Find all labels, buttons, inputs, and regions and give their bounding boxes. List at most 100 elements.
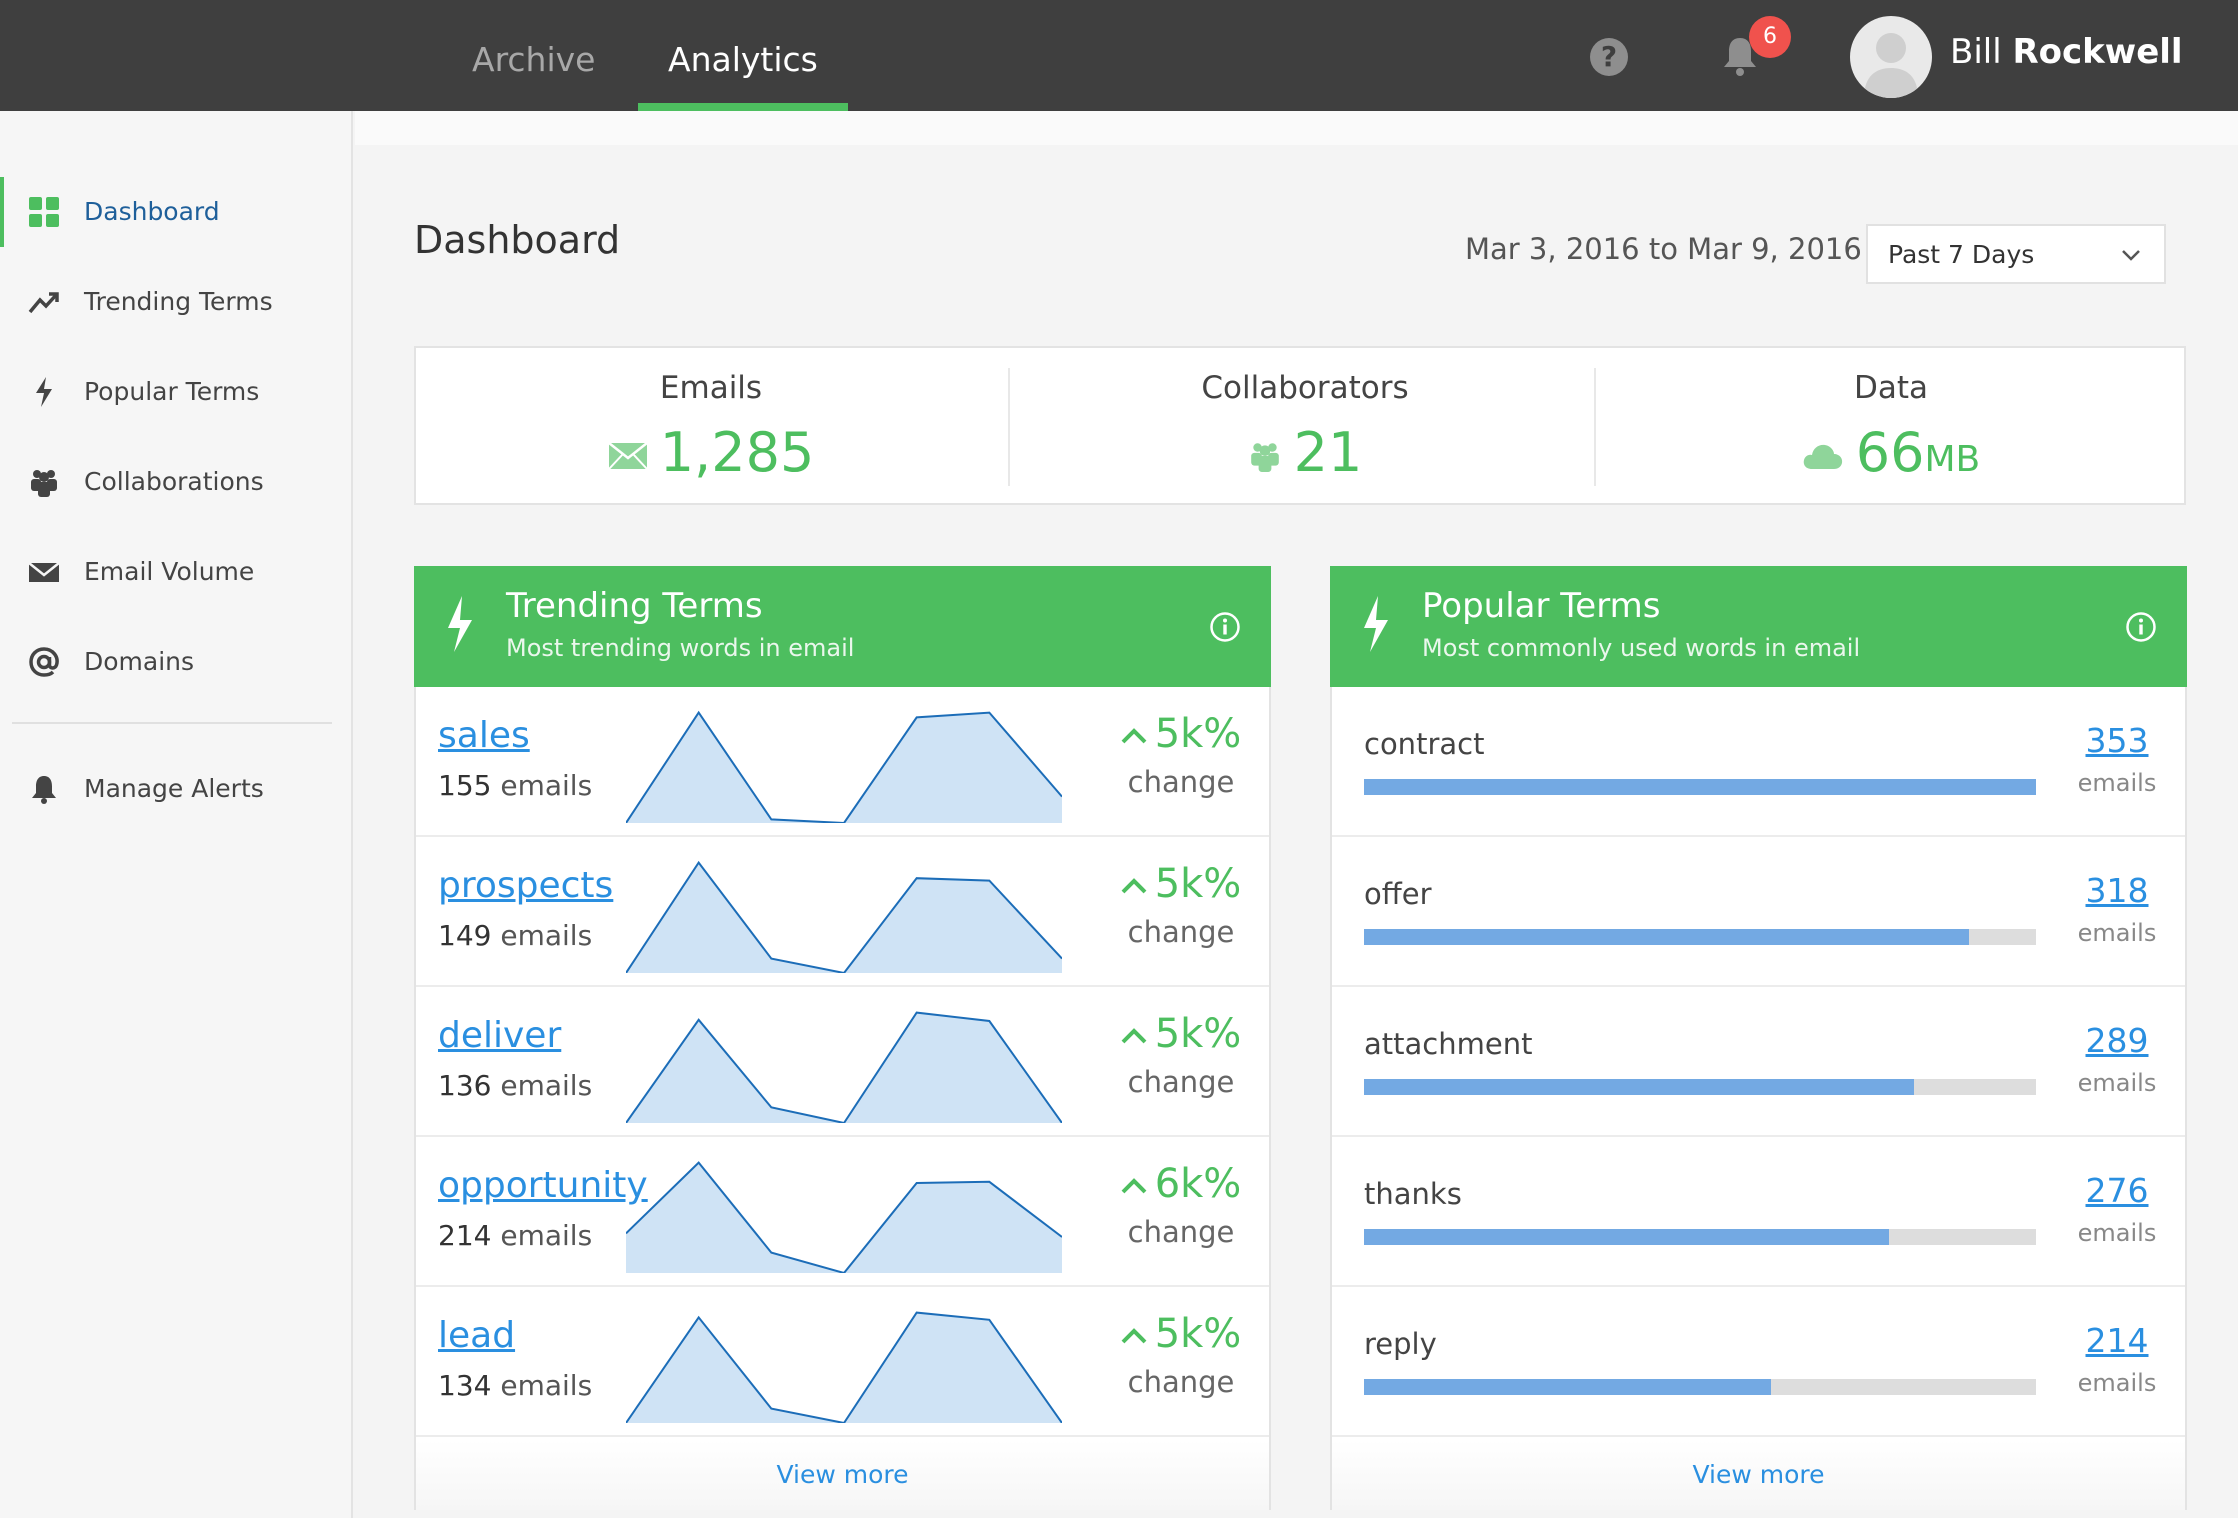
popular-count-unit: emails [2077, 769, 2157, 797]
frequency-bar-fill [1364, 779, 2036, 795]
tab-analytics[interactable]: Analytics [638, 0, 848, 111]
sparkline-area [626, 1162, 1062, 1273]
stat-number: 21 [1293, 421, 1363, 484]
sidebar-divider [12, 722, 332, 724]
view-more-link[interactable]: View more [416, 1440, 1269, 1510]
notification-badge[interactable]: 6 [1749, 16, 1791, 58]
stat-label: Data [1853, 370, 1929, 406]
view-more-link[interactable]: View more [1332, 1440, 2185, 1510]
popular-term-row: contract 353 emails [1332, 687, 2185, 837]
popular-count-unit: emails [2077, 1069, 2157, 1097]
trending-term-link[interactable]: prospects [438, 865, 613, 906]
popular-count-link[interactable]: 276 [2072, 1171, 2162, 1210]
sidebar-item-trending-terms[interactable]: Trending Terms [0, 267, 351, 337]
date-range-select-value: Past 7 Days [1888, 240, 2035, 269]
trending-term-row: deliver 136 emails 5k% change [416, 987, 1269, 1137]
popular-term-label: reply [1364, 1327, 1437, 1361]
trending-terms-card: Trending Terms Most trending words in em… [414, 566, 1271, 1510]
frequency-bar-track [1364, 779, 2036, 795]
sidebar-item-label: Popular Terms [84, 377, 260, 406]
trending-term-row: sales 155 emails 5k% change [416, 687, 1269, 837]
popular-count-link[interactable]: 214 [2072, 1321, 2162, 1360]
frequency-bar-track [1364, 929, 2036, 945]
popular-term-row: thanks 276 emails [1332, 1137, 2185, 1287]
trending-up-icon [28, 292, 59, 314]
sparkline-area [626, 712, 1062, 823]
chevron-up-icon [1121, 1028, 1147, 1044]
frequency-bar-track [1364, 1379, 2036, 1395]
frequency-bar-fill [1364, 1079, 1915, 1095]
popular-count-link[interactable]: 289 [2072, 1021, 2162, 1060]
sidebar-item-domains[interactable]: Domains [0, 627, 351, 697]
sidebar-item-collaborations[interactable]: Collaborations [0, 447, 351, 517]
chevron-up-icon [1121, 878, 1147, 894]
people-icon [1250, 443, 1279, 473]
bell-icon [32, 776, 56, 804]
popular-count-unit: emails [2077, 919, 2157, 947]
trending-term-link[interactable]: deliver [438, 1015, 561, 1056]
popular-term-row: reply 214 emails [1332, 1287, 2185, 1437]
popular-count-link[interactable]: 353 [2072, 721, 2162, 760]
popular-count-unit: emails [2077, 1369, 2157, 1397]
sparkline-chart [626, 1311, 1062, 1423]
frequency-bar-fill [1364, 1379, 1772, 1395]
sparkline-chart [626, 1161, 1062, 1273]
info-icon[interactable] [1209, 611, 1241, 643]
change-percent: 6k% [1106, 1157, 1256, 1211]
popular-count-link[interactable]: 318 [2072, 871, 2162, 910]
user-avatar-icon[interactable] [1850, 16, 1932, 98]
frequency-bar-track [1364, 1229, 2036, 1245]
sparkline-area [626, 862, 1062, 973]
popular-term-row: offer 318 emails [1332, 837, 2185, 987]
change-percent: 5k% [1106, 857, 1256, 911]
trending-term-link[interactable]: sales [438, 715, 530, 756]
email-count-number: 155 [438, 769, 492, 802]
info-icon[interactable] [2125, 611, 2157, 643]
email-count: 155 emails [438, 769, 592, 802]
at-sign-icon [29, 647, 59, 677]
popular-terms-header: Popular Terms Most commonly used words i… [1330, 566, 2187, 687]
frequency-bar-fill [1364, 1229, 1890, 1245]
stat-label: Emails [659, 370, 763, 406]
stat-label: Collaborators [1201, 370, 1409, 406]
trending-term-link[interactable]: lead [438, 1315, 515, 1356]
sidebar-item-email-volume[interactable]: Email Volume [0, 537, 351, 607]
change-indicator: 5k% change [1106, 1007, 1256, 1103]
change-value: 5k% [1154, 1011, 1242, 1057]
change-label: change [1127, 1065, 1235, 1099]
main-top-strip [355, 111, 2238, 145]
popular-terms-card: Popular Terms Most commonly used words i… [1330, 566, 2187, 1510]
top-bar: Archive Analytics ? 6 Bill Rockwell [0, 0, 2238, 111]
popular-count-unit: emails [2077, 1219, 2157, 1247]
popular-term-label: offer [1364, 877, 1432, 911]
user-name[interactable]: Bill Rockwell [1950, 30, 2183, 74]
sidebar-item-popular-terms[interactable]: Popular Terms [0, 357, 351, 427]
tab-analytics-label: Analytics [668, 40, 818, 79]
trending-terms-header: Trending Terms Most trending words in em… [414, 566, 1271, 687]
sidebar-item-label: Trending Terms [84, 287, 273, 316]
user-last-name: Rockwell [2012, 32, 2183, 72]
sidebar-item-manage-alerts[interactable]: Manage Alerts [0, 754, 351, 824]
email-count-number: 149 [438, 919, 492, 952]
email-count-unit: emails [500, 1219, 593, 1252]
change-indicator: 6k% change [1106, 1157, 1256, 1253]
email-count: 134 emails [438, 1369, 592, 1402]
help-circle-icon[interactable]: ? [1590, 38, 1628, 76]
stat-value: 21 [1010, 418, 1600, 488]
date-range: Mar 3, 2016 to Mar 9, 2016 [1465, 232, 1862, 266]
sidebar-item-dashboard[interactable]: Dashboard [0, 177, 351, 247]
card-subtitle: Most commonly used words in email [1422, 634, 1861, 662]
date-range-select[interactable]: Past 7 Days [1866, 224, 2166, 284]
trending-term-link[interactable]: opportunity [438, 1165, 648, 1206]
change-label: change [1127, 915, 1235, 949]
lightning-icon [448, 596, 472, 652]
sparkline-chart [626, 1011, 1062, 1123]
popular-term-label: attachment [1364, 1027, 1533, 1061]
card-title: Popular Terms [1422, 586, 1661, 626]
sidebar-item-label: Dashboard [84, 197, 220, 226]
stat-number: 1,285 [659, 421, 815, 484]
chevron-up-icon [1121, 1328, 1147, 1344]
tab-archive[interactable]: Archive [472, 0, 595, 111]
sidebar: Dashboard Trending Terms Popular Terms C… [0, 111, 353, 1518]
email-count-unit: emails [500, 1369, 593, 1402]
